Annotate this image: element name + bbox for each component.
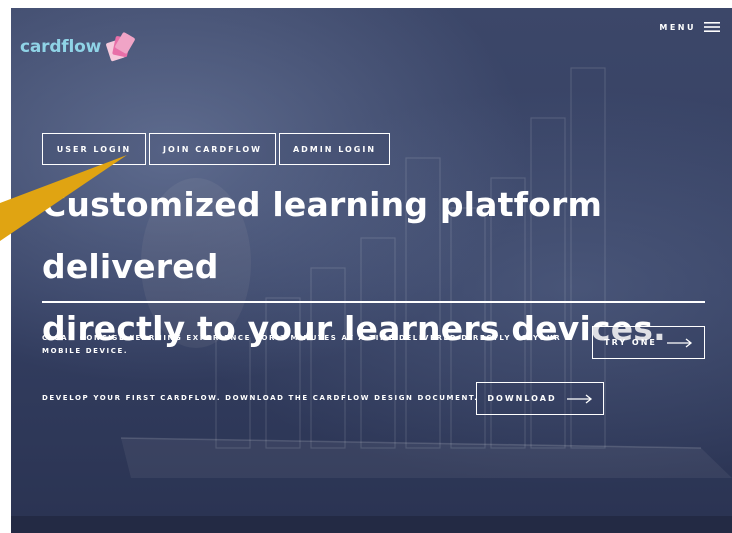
hero-section: cardflow MENU USER LOGIN JOIN CARDFLOW A… <box>11 8 732 516</box>
menu-label: MENU <box>659 22 696 32</box>
annotation-pointer-arrow <box>0 155 127 241</box>
cardflow-logo[interactable]: cardflow <box>20 32 136 62</box>
try-one-description: CLEAN CONCISE LEARNING EXPERIENCE FOR 2 … <box>42 334 562 355</box>
download-description: DEVELOP YOUR FIRST CARDFLOW. DOWNLOAD TH… <box>42 394 479 402</box>
try-one-button[interactable]: TRY ONE <box>592 326 705 359</box>
arrow-right-icon <box>566 393 592 404</box>
join-cardflow-button[interactable]: JOIN CARDFLOW <box>149 133 276 165</box>
bottom-band <box>11 516 732 533</box>
hero-divider <box>42 301 705 303</box>
download-button[interactable]: DOWNLOAD <box>476 382 604 415</box>
download-label: DOWNLOAD <box>487 394 557 403</box>
headline-line-1: Customized learning platform delivered <box>42 185 603 286</box>
admin-login-button[interactable]: ADMIN LOGIN <box>279 133 390 165</box>
logo-text: cardflow <box>20 37 102 57</box>
arrow-right-icon <box>666 337 692 348</box>
hamburger-icon <box>704 22 720 32</box>
logo-cards-icon <box>106 32 135 62</box>
try-one-label: TRY ONE <box>604 338 657 347</box>
menu-button[interactable]: MENU <box>659 22 720 32</box>
